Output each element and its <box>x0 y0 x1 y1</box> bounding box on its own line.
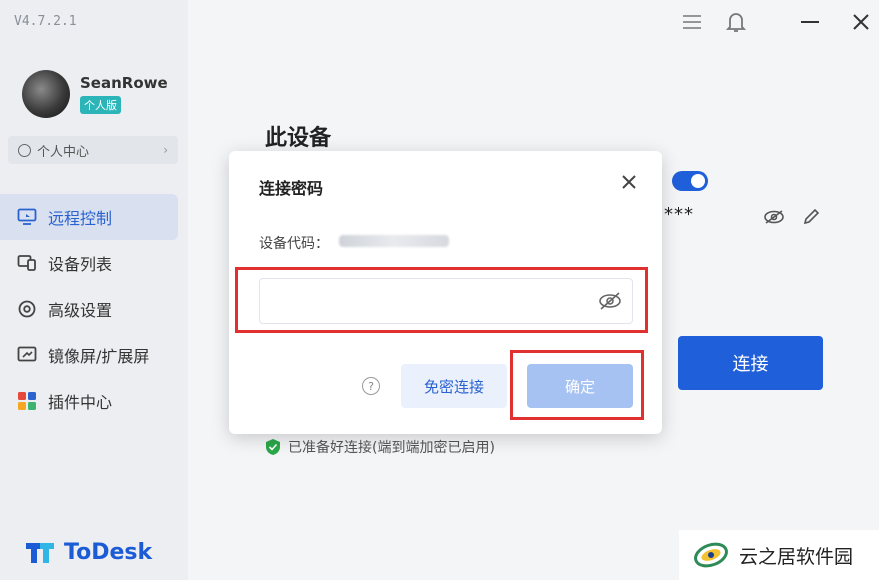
sidebar: V4.7.2.1 SeanRowe 个人版 个人中心 › 远程控制 设备列表 高… <box>0 0 188 580</box>
passwordless-connect-button[interactable]: 免密连接 <box>401 364 507 408</box>
watermark-logo-icon <box>693 537 729 573</box>
eye-off-icon[interactable] <box>762 205 786 229</box>
device-toggle[interactable] <box>672 171 708 191</box>
settings-icon <box>16 299 38 319</box>
todesk-logo: ToDesk <box>26 540 152 565</box>
highlight-password-field <box>235 267 648 333</box>
watermark: 云之居软件园 <box>679 530 879 580</box>
chevron-right-icon: › <box>163 143 168 157</box>
personal-center-button[interactable]: 个人中心 › <box>8 136 178 164</box>
nav-label: 高级设置 <box>48 301 113 320</box>
brand-name: ToDesk <box>64 540 153 565</box>
shield-check-icon <box>266 439 280 455</box>
nav-label: 设备列表 <box>48 255 113 274</box>
remote-control-icon <box>16 207 38 227</box>
nav-label: 远程控制 <box>48 209 113 228</box>
nav-item-device-list[interactable]: 设备列表 <box>0 240 188 286</box>
section-title: 此设备 <box>265 126 332 151</box>
connection-status: 已准备好连接(端到端加密已启用) <box>266 437 495 457</box>
bell-icon[interactable] <box>724 10 748 34</box>
todesk-logo-icon <box>26 541 56 565</box>
help-icon[interactable]: ? <box>362 377 380 395</box>
status-text: 已准备好连接(端到端加密已启用) <box>288 440 495 456</box>
username: SeanRowe <box>80 74 168 92</box>
personal-center-label: 个人中心 <box>37 144 90 160</box>
highlight-confirm-button <box>510 350 644 420</box>
menu-icon[interactable] <box>680 10 704 34</box>
edit-icon[interactable] <box>799 205 823 229</box>
user-circle-icon <box>18 143 31 157</box>
avatar[interactable] <box>22 70 70 118</box>
close-window-icon[interactable] <box>849 10 873 34</box>
watermark-text: 云之居软件园 <box>739 545 854 568</box>
connect-button[interactable]: 连接 <box>678 336 823 390</box>
plan-badge: 个人版 <box>80 96 121 114</box>
password-mask: *** <box>664 204 694 225</box>
nav-label: 插件中心 <box>48 393 113 412</box>
device-list-icon <box>16 253 38 273</box>
nav-item-advanced-settings[interactable]: 高级设置 <box>0 286 188 332</box>
minimize-icon[interactable] <box>798 10 822 34</box>
nav-label: 镜像屏/扩展屏 <box>48 347 150 366</box>
dialog-title: 连接密码 <box>259 179 324 198</box>
nav-item-plugin-center[interactable]: 插件中心 <box>0 378 188 424</box>
mirror-screen-icon <box>16 345 38 365</box>
app-version: V4.7.2.1 <box>14 14 77 29</box>
nav-menu: 远程控制 设备列表 高级设置 镜像屏/扩展屏 插件中心 <box>0 194 188 424</box>
nav-item-mirror-screen[interactable]: 镜像屏/扩展屏 <box>0 332 188 378</box>
device-code-label: 设备代码： <box>259 236 329 252</box>
device-code-value-redacted <box>339 235 449 247</box>
nav-item-remote-control[interactable]: 远程控制 <box>0 194 178 240</box>
plugin-icon <box>16 391 38 411</box>
close-icon[interactable] <box>620 173 638 191</box>
